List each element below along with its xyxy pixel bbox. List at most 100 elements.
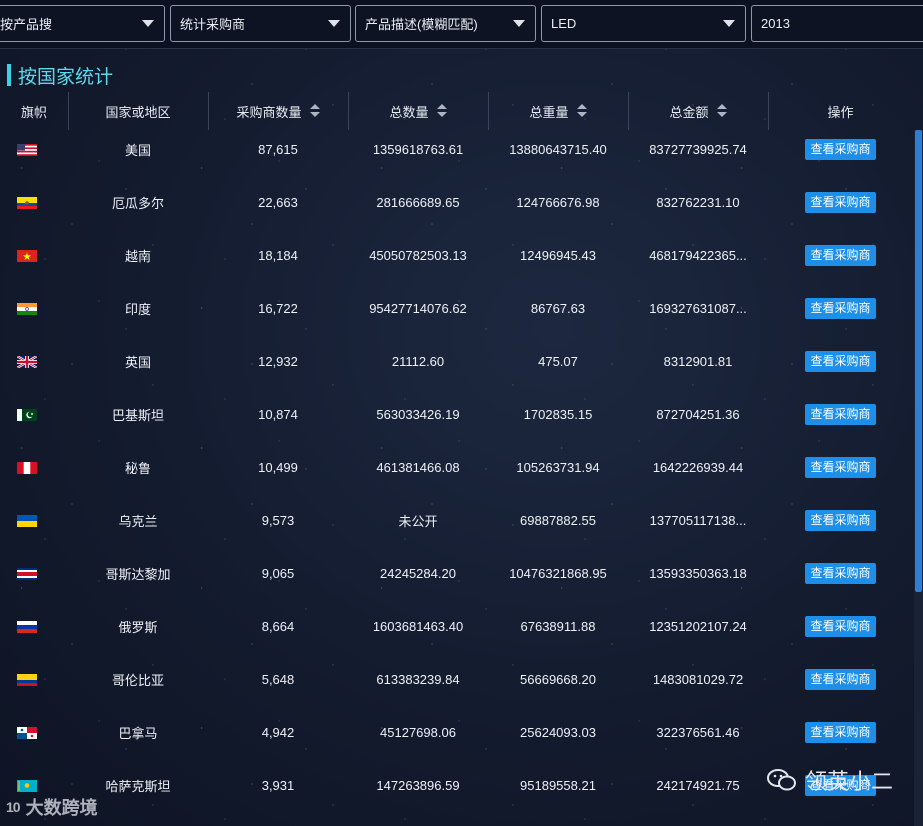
quantity-cell: 45127698.06 (380, 725, 456, 740)
table-row: 俄罗斯 8,664 1603681463.40 67638911.88 12351202… (0, 600, 913, 653)
view-buyers-button[interactable]: 查看采购商 (805, 616, 876, 637)
action-cell: 查看采购商 (768, 706, 913, 759)
quantity-cell: 未公开 (398, 514, 438, 529)
weight-cell: 69887882.55 (520, 513, 596, 528)
sort-icon[interactable] (309, 104, 320, 118)
amount-cell: 8312901.81 (663, 354, 733, 369)
amount-cell: 169327631087... (649, 301, 747, 316)
table-row: 美国 87,615 1359618763.61 13880643715.40 83727… (0, 123, 913, 176)
weight-cell: 124766676.98 (516, 195, 600, 210)
cr-flag-icon (17, 567, 37, 580)
match-field-select[interactable]: 产品描述(模糊匹配) (355, 5, 536, 42)
view-buyers-button[interactable]: 查看采购商 (805, 298, 876, 319)
pk-flag-icon (17, 408, 37, 421)
buyers-cell: 87,615 (258, 142, 298, 157)
wechat-icon (766, 769, 796, 791)
view-buyers-button[interactable]: 查看采购商 (805, 245, 876, 266)
weight-cell: 95189558.21 (520, 778, 596, 793)
country-cell: 越南 (124, 249, 151, 264)
table-row: 乌克兰 9,573 未公开 69887882.55 137705117138... 查看采… (0, 494, 913, 547)
buyers-cell: 9,065 (261, 566, 295, 581)
amount-cell: 322376561.46 (656, 725, 740, 740)
view-buyers-button[interactable]: 查看采购商 (805, 351, 876, 372)
ru-flag-icon (17, 620, 37, 633)
buyers-cell: 4,942 (261, 725, 295, 740)
watermark-right: 领英小二 (766, 764, 893, 796)
quantity-cell: 563033426.19 (376, 407, 460, 422)
kz-flag-icon (17, 779, 37, 792)
action-cell: 查看采购商 (768, 388, 913, 441)
stat-type-select[interactable]: 统计采购商 (170, 5, 351, 42)
amount-cell: 1642226939.44 (652, 460, 744, 475)
watermark-right-text: 领英小二 (804, 769, 893, 794)
table-row: 印度 16,722 95427714076.62 86767.63 1693276310… (0, 282, 913, 335)
flag-cell (0, 600, 54, 653)
flag-cell (0, 653, 54, 706)
country-cell: 英国 (124, 355, 151, 370)
amount-cell: 468179422365... (649, 248, 747, 263)
amount-cell: 13593350363.18 (649, 566, 747, 581)
view-buyers-button[interactable]: 查看采购商 (805, 722, 876, 743)
sort-icon[interactable] (716, 104, 727, 118)
flag-cell (0, 706, 54, 759)
scrollbar[interactable] (914, 130, 923, 826)
flag-cell (0, 176, 54, 229)
weight-cell: 25624093.03 (520, 725, 596, 740)
year-select[interactable]: 2013 (751, 5, 923, 42)
amount-cell: 137705117138... (649, 513, 747, 528)
country-cell: 哥斯达黎加 (105, 567, 171, 582)
view-buyers-button[interactable]: 查看采购商 (805, 139, 876, 160)
country-cell: 巴拿马 (118, 726, 158, 741)
quantity-cell: 1603681463.40 (372, 619, 464, 634)
in-flag-icon (17, 302, 37, 315)
vn-flag-icon (17, 249, 37, 262)
section-title: 按国家统计 (7, 62, 113, 88)
action-cell: 查看采购商 (768, 653, 913, 706)
flag-cell (0, 335, 54, 388)
buyers-cell: 22,663 (258, 195, 298, 210)
search-mode-value: 按产品搜 (0, 17, 53, 32)
buyers-cell: 10,874 (258, 407, 298, 422)
amount-cell: 242174921.75 (656, 778, 740, 793)
view-buyers-button[interactable]: 查看采购商 (805, 669, 876, 690)
table-row: 越南 18,184 45050782503.13 12496945.43 4681794… (0, 229, 913, 282)
flag-cell (0, 494, 54, 547)
amount-cell: 12351202107.24 (649, 619, 747, 634)
pa-flag-icon (17, 726, 37, 739)
quantity-cell: 95427714076.62 (369, 301, 467, 316)
buyers-cell: 8,664 (261, 619, 295, 634)
sort-icon[interactable] (576, 104, 587, 118)
flag-cell (0, 229, 54, 282)
filter-bar: 按产品搜 统计采购商 产品描述(模糊匹配) LED 2013 (0, 0, 923, 49)
chevron-down-icon (142, 20, 154, 27)
buyers-cell: 10,499 (258, 460, 298, 475)
view-buyers-button[interactable]: 查看采购商 (805, 404, 876, 425)
flag-cell (0, 282, 54, 335)
view-buyers-button[interactable]: 查看采购商 (805, 457, 876, 478)
search-mode-select[interactable]: 按产品搜 (0, 5, 165, 42)
ec-flag-icon (17, 196, 37, 209)
action-cell: 查看采购商 (768, 229, 913, 282)
sort-icon[interactable] (436, 104, 447, 118)
scrollbar-thumb[interactable] (915, 130, 922, 592)
country-cell: 印度 (124, 302, 151, 317)
flag-cell (0, 388, 54, 441)
watermark-left-text: 大数跨境 (25, 798, 98, 818)
country-cell: 秘鲁 (124, 461, 151, 476)
action-cell: 查看采购商 (768, 441, 913, 494)
weight-cell: 10476321868.95 (509, 566, 607, 581)
amount-cell: 832762231.10 (656, 195, 740, 210)
view-buyers-button[interactable]: 查看采购商 (805, 510, 876, 531)
view-buyers-button[interactable]: 查看采购商 (805, 192, 876, 213)
chevron-down-icon (513, 20, 525, 27)
amount-cell: 872704251.36 (656, 407, 740, 422)
amount-cell: 83727739925.74 (649, 142, 747, 157)
stat-type-value: 统计采购商 (180, 17, 246, 32)
weight-cell: 67638911.88 (520, 619, 596, 634)
flag-cell (0, 123, 54, 176)
table-row: 英国 12,932 21112.60 475.07 8312901.81 查看采购商 (0, 335, 913, 388)
chevron-down-icon (723, 20, 735, 27)
quantity-cell: 461381466.08 (376, 460, 460, 475)
keyword-select[interactable]: LED (541, 5, 746, 42)
view-buyers-button[interactable]: 查看采购商 (805, 563, 876, 584)
